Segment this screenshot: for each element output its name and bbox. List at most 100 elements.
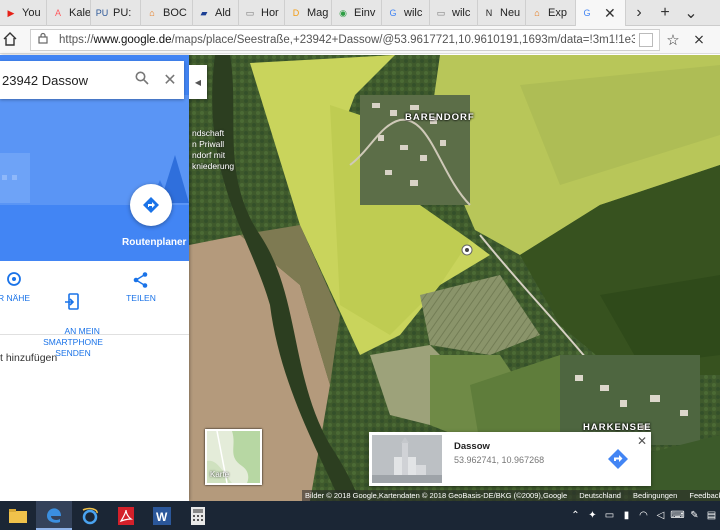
attribution-feedback-link[interactable]: Feedback geben: [689, 491, 720, 500]
nature-reserve-label: ndschaft n Priwall ndorf mit kniederung: [192, 128, 235, 171]
pen-icon[interactable]: ✎: [686, 501, 703, 530]
attribution-terms-link[interactable]: Bedingungen: [633, 491, 677, 500]
url-path: /maps/place/Seestraße,+23942+Dassow/@53.…: [171, 33, 635, 46]
home-icon: ⌂: [149, 8, 155, 18]
browser-tab[interactable]: Gwilc: [382, 0, 430, 26]
route-button[interactable]: [130, 184, 172, 226]
keyboard-icon[interactable]: ⌨: [669, 501, 686, 530]
browser-tab[interactable]: ▭ wilc: [430, 0, 478, 26]
browser-tab[interactable]: G ✕: [576, 0, 626, 26]
device-icon[interactable]: ▭: [601, 501, 618, 530]
svg-text:W: W: [156, 510, 168, 524]
word-icon[interactable]: W: [144, 501, 180, 530]
search-box[interactable]: 23942 Dassow ✕: [0, 61, 184, 99]
page-icon: ▭: [245, 7, 255, 18]
place-panel: Routenplaner 23942 Dassow ✕ R NÄHE AN ME…: [0, 55, 189, 501]
browser-tab-label: Mag: [307, 7, 329, 19]
dropbox-icon[interactable]: ✦: [584, 501, 601, 530]
search-icon[interactable]: [128, 71, 156, 89]
chevron-up-icon[interactable]: ⌃: [567, 501, 584, 530]
browser-tab-label: Exp: [548, 7, 567, 19]
neu-icon: N: [485, 8, 493, 18]
action-nearby[interactable]: R NÄHE: [0, 271, 34, 304]
url-host: www.google.de: [93, 33, 172, 46]
tab-strip: ▶ You A Kale PU PU: ⌂ BOC ▰ Ald ▭ Hor D Mag ◉ Einv Gwilc…: [0, 0, 720, 26]
system-tray: ⌃ ✦ ▭ ▮ ◠ ◁ ⌨ ✎ ▤: [567, 501, 720, 530]
calculator-icon[interactable]: [180, 501, 216, 530]
page-icon: ▭: [436, 7, 446, 18]
volume-icon[interactable]: ◁: [652, 501, 669, 530]
browser-tab[interactable]: A Kale: [47, 0, 91, 26]
star-icon[interactable]: ☆: [660, 31, 686, 49]
address-bar: https://www.google.de/maps/place/Seestra…: [0, 26, 720, 54]
taskbar: W ⌃ ✦ ▭ ▮ ◠ ◁ ⌨ ✎ ▤: [0, 501, 720, 530]
close-tab-icon[interactable]: ✕: [604, 5, 616, 22]
reader-icon[interactable]: [639, 32, 653, 47]
browser-tab[interactable]: PU PU:: [91, 0, 141, 26]
acrobat-icon[interactable]: [108, 501, 144, 530]
attribution-text: Bilder © 2018 Google,Kartendaten © 2018 …: [305, 491, 568, 500]
pu-icon: PU: [95, 8, 109, 18]
url-text: https://www.google.de/maps/place/Seestra…: [59, 34, 635, 46]
url-field[interactable]: https://www.google.de/maps/place/Seestra…: [30, 28, 660, 51]
screen: ▶ You A Kale PU PU: ⌂ BOC ▰ Ald ▭ Hor D Mag ◉ Einv Gwilc…: [0, 0, 720, 530]
place-info-card[interactable]: Dassow 53.962741, 10.967268 ✕: [369, 432, 651, 486]
browser-tab[interactable]: N Neu: [478, 0, 526, 26]
route-label[interactable]: Routenplaner: [122, 237, 186, 248]
browser-tab[interactable]: D Mag: [285, 0, 332, 26]
browser-tab-label: Hor: [261, 7, 279, 19]
home-icon: ⌂: [534, 8, 540, 18]
collapse-panel-button[interactable]: ◀: [189, 65, 207, 99]
new-tab-icon[interactable]: +: [652, 0, 678, 26]
google-icon: G: [389, 8, 397, 18]
browser-tab[interactable]: ▶ You: [0, 0, 47, 26]
attribution-country[interactable]: Deutschland: [579, 491, 621, 500]
share-icon: [133, 272, 148, 288]
action-share-label: TEILEN: [126, 293, 156, 303]
internet-explorer-icon[interactable]: [72, 501, 108, 530]
browser-tab[interactable]: ⌂ BOC: [141, 0, 193, 26]
youtube-icon: ▶: [7, 7, 15, 18]
add-missing-place-link[interactable]: t hinzufügen: [0, 352, 57, 364]
browser-tab-label: wilc: [404, 7, 423, 19]
browser-tab-label: BOC: [163, 7, 187, 19]
action-nearby-label: R NÄHE: [0, 293, 31, 303]
browser-tab[interactable]: ▰ Ald: [193, 0, 239, 26]
directions-icon[interactable]: [607, 448, 629, 470]
browser-tab-label: You: [22, 7, 41, 19]
action-row: R NÄHE AN MEIN SMARTPHONE SENDEN TEILEN: [0, 261, 189, 358]
place-title: Dassow: [454, 441, 490, 452]
tab-list-icon[interactable]: ⌄: [678, 0, 704, 26]
chevron-right-icon[interactable]: ›: [626, 0, 652, 26]
home-icon[interactable]: [2, 31, 20, 49]
browser-tab-label: Ald: [215, 7, 231, 19]
building-illustration: [372, 435, 442, 483]
toolbar-extra-icon[interactable]: ⨯: [686, 31, 712, 48]
directions-icon: [143, 197, 159, 213]
nearby-icon: [7, 272, 21, 286]
place-label-barendorf: BARENDORF: [405, 112, 475, 123]
clear-search-icon[interactable]: ✕: [156, 70, 184, 90]
url-prefix: https://: [59, 33, 94, 46]
notifications-icon[interactable]: ▤: [703, 501, 720, 530]
place-coordinates: 53.962741, 10.967268: [454, 455, 545, 465]
airbnb-icon: A: [54, 8, 61, 18]
place-photo[interactable]: [372, 435, 442, 483]
wifi-icon[interactable]: ◠: [635, 501, 652, 530]
search-input[interactable]: 23942 Dassow: [2, 73, 128, 88]
mag-icon: D: [292, 8, 300, 18]
battery-icon[interactable]: ▮: [618, 501, 635, 530]
browser-tab-label: wilc: [452, 7, 471, 19]
action-share[interactable]: TEILEN: [120, 271, 162, 304]
edge-icon[interactable]: [36, 501, 72, 530]
send-to-phone-icon: [65, 293, 79, 310]
file-explorer-icon[interactable]: [0, 501, 36, 530]
browser-tab[interactable]: ◉ Einv: [332, 0, 382, 26]
close-icon[interactable]: ✕: [637, 434, 647, 448]
minimap-label: Karte: [210, 470, 230, 479]
map-type-toggle[interactable]: Karte: [205, 429, 262, 485]
browser-tab[interactable]: ▭ Hor: [239, 0, 285, 26]
lock-icon: [37, 32, 51, 47]
google-icon: G: [583, 8, 591, 18]
browser-tab[interactable]: ⌂ Exp: [526, 0, 576, 26]
